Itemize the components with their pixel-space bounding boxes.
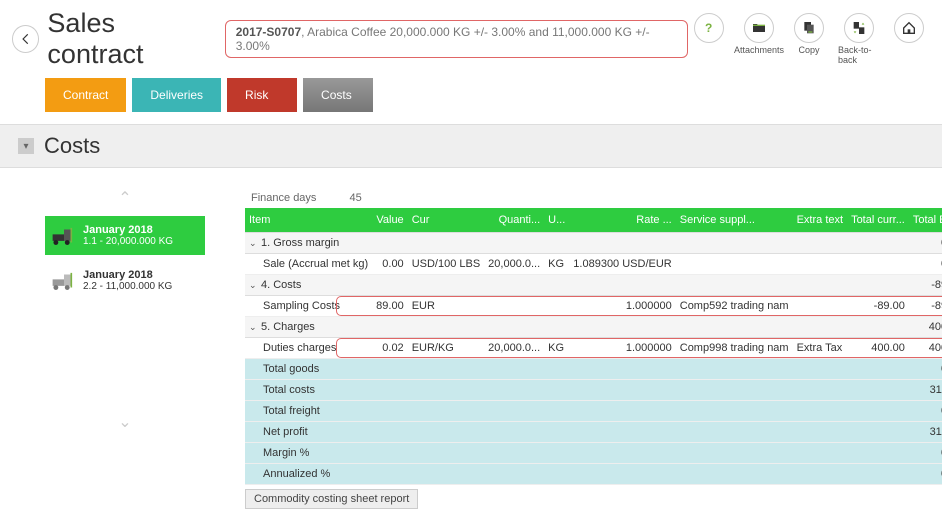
lot-sub: 1.1 - 20,000.000 KG — [83, 236, 173, 247]
group-gross-margin[interactable]: ⌄1. Gross margin 0.00 0.00 — [245, 233, 942, 254]
swap-icon — [851, 20, 867, 36]
col-rate[interactable]: Rate ... — [569, 208, 675, 233]
group-charges[interactable]: ⌄5. Charges 400.00 0.02 — [245, 317, 942, 338]
row-sampling[interactable]: Sampling Costs 89.00 EUR 1.000000 Comp59… — [245, 296, 942, 317]
row-duties[interactable]: Duties charges 0.02 EUR/KG 20,000.0... K… — [245, 338, 942, 359]
lot-card-1[interactable]: January 2018 1.1 - 20,000.000 KG — [45, 216, 205, 255]
folder-icon — [751, 20, 767, 36]
tab-risk[interactable]: Risk — [227, 78, 297, 112]
lot-title: January 2018 — [83, 269, 172, 281]
group-costs[interactable]: ⌄4. Costs -89.00 0.00 — [245, 275, 942, 296]
col-uom[interactable]: U... — [544, 208, 569, 233]
tab-contract[interactable]: Contract — [45, 78, 126, 112]
row-total-freight: Total freight 0.000.00 — [245, 401, 942, 422]
row-sale[interactable]: Sale (Accrual met kg) 0.00 USD/100 LBS 2… — [245, 254, 942, 275]
attachments-button[interactable]: Attachments — [738, 13, 780, 65]
row-total-costs: Total costs 311.000.02 — [245, 380, 942, 401]
finance-days-value: 45 — [350, 192, 362, 204]
col-supplier[interactable]: Service suppl... — [676, 208, 793, 233]
section-title: Costs — [44, 133, 100, 159]
collapse-toggle[interactable]: ▾ — [18, 138, 34, 154]
expand-icon[interactable]: ⌄ — [249, 238, 261, 249]
contract-summary: 2017-S0707, Arabica Coffee 20,000.000 KG… — [225, 20, 688, 58]
col-extra[interactable]: Extra text — [793, 208, 847, 233]
costs-table: Item Value Cur Quanti... U... Rate ... S… — [245, 208, 942, 485]
tab-costs[interactable]: Costs — [303, 78, 373, 112]
forklift-icon — [51, 225, 77, 247]
contract-id: 2017-S0707 — [236, 25, 301, 39]
expand-icon[interactable]: ⌄ — [249, 280, 261, 291]
row-annualized-pct: Annualized % 0.00 — [245, 464, 942, 485]
lot-card-2[interactable]: January 2018 2.2 - 11,000.000 KG — [45, 261, 205, 300]
copy-button[interactable]: Copy — [788, 13, 830, 65]
finance-days-label: Finance days — [251, 192, 316, 204]
row-net-profit: Net profit 311.000.02 — [245, 422, 942, 443]
col-cur[interactable]: Cur — [408, 208, 484, 233]
home-button[interactable] — [888, 13, 930, 65]
lot-sub: 2.2 - 11,000.000 KG — [83, 281, 172, 292]
forklift-icon — [51, 270, 77, 292]
scroll-down-icon[interactable]: ⌄ — [45, 410, 205, 434]
row-total-goods: Total goods 0.000.00 — [245, 359, 942, 380]
back-button[interactable] — [12, 25, 39, 53]
svg-text:?: ? — [705, 21, 712, 35]
col-item[interactable]: Item — [245, 208, 372, 233]
col-toteur[interactable]: Total EUR — [909, 208, 942, 233]
tab-deliveries[interactable]: Deliveries — [132, 78, 221, 112]
arrow-left-icon — [19, 32, 33, 46]
help-button[interactable]: ? — [688, 13, 730, 65]
col-totcur[interactable]: Total curr... — [847, 208, 909, 233]
row-margin-pct: Margin % 0.00 — [245, 443, 942, 464]
home-icon — [901, 20, 917, 36]
col-qty[interactable]: Quanti... — [484, 208, 544, 233]
expand-icon[interactable]: ⌄ — [249, 322, 261, 333]
costing-report-button[interactable]: Commodity costing sheet report — [245, 489, 418, 509]
scroll-up-icon[interactable]: ⌃ — [45, 186, 205, 210]
back-to-back-button[interactable]: Back-to-back — [838, 13, 880, 65]
page-title: Sales contract — [47, 8, 214, 70]
col-value[interactable]: Value — [372, 208, 408, 233]
question-icon: ? — [701, 20, 717, 36]
copy-icon — [801, 20, 817, 36]
lot-title: January 2018 — [83, 224, 173, 236]
